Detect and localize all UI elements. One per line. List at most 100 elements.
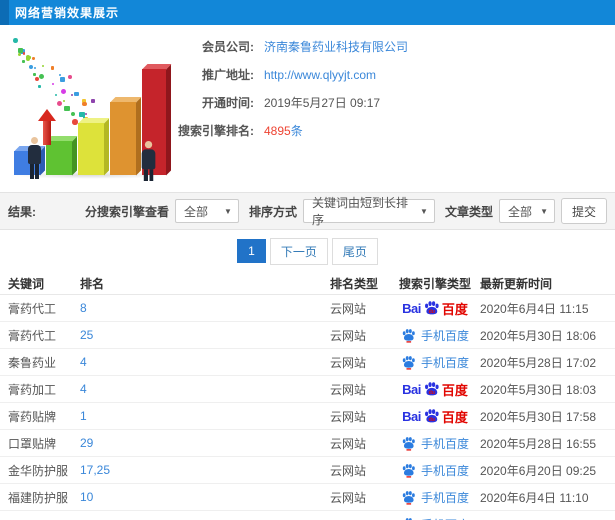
submit-button[interactable]: 提交 <box>560 198 607 224</box>
rank-type-cell: 云网站 <box>330 355 367 370</box>
sort-filter-label: 排序方式 <box>248 204 297 219</box>
result-label: 结果: <box>8 204 36 219</box>
bar-yellow <box>78 118 109 175</box>
svg-text:du: du <box>428 389 434 395</box>
update-time-cell: 2020年6月4日 11:15 <box>480 301 589 316</box>
title-bar: 网络营销效果展示 <box>0 0 615 25</box>
growth-bar-chart-illustration <box>4 29 174 181</box>
businessman-figure-right <box>140 140 157 181</box>
rank-link[interactable]: 25 <box>80 328 93 342</box>
page-1-button[interactable]: 1 <box>237 239 266 263</box>
rank-link[interactable]: 29 <box>80 436 93 450</box>
column-header: 排名类型 <box>330 276 379 291</box>
rank-link[interactable]: 10 <box>80 490 93 504</box>
update-time-cell: 2020年5月30日 17:58 <box>480 409 597 424</box>
rank-type-cell: 云网站 <box>330 409 367 424</box>
article-type-filter-select[interactable]: 全部 ▼ <box>498 199 555 223</box>
table-row: 福建防护服 10 云网站 手机百度 2020年6月4日 11:10 <box>0 484 615 511</box>
rank-type-cell: 云网站 <box>330 328 367 343</box>
keyword-cell: 膏药贴牌 <box>8 409 57 424</box>
baidu-pc-logo: Bai du 百度 <box>402 380 468 399</box>
table-header-row: 关键词 排名 排名类型 搜索引擎类型 最新更新时间 <box>0 272 615 295</box>
info-value-link[interactable]: http://www.qlyyjt.com <box>264 68 376 82</box>
bar-orange <box>110 97 141 175</box>
engine-filter-value: 全部 <box>183 204 208 219</box>
svg-text:du: du <box>428 308 434 314</box>
baidu-mobile-logo: 手机百度 <box>401 489 469 506</box>
filter-bar: 结果: 分搜索引擎查看 全部 ▼ 排序方式 关键词由短到长排序 ▼ 文章类型 全… <box>0 192 615 230</box>
info-list: 会员公司: 济南秦鲁药业科技有限公司 推广地址: http://www.qlyyjt.… <box>170 33 408 145</box>
baidu-mobile-label: 手机百度 <box>421 516 469 520</box>
baidu-pc-logo: Bai du 百度 <box>402 299 468 318</box>
filter-controls: 分搜索引擎查看 全部 ▼ 排序方式 关键词由短到长排序 ▼ 文章类型 全部 ▼ … <box>81 196 607 227</box>
baidu-mobile-logo: 手机百度 <box>401 516 469 520</box>
update-time-cell: 2020年6月20日 09:25 <box>480 463 597 478</box>
chevron-down-icon: ▼ <box>420 206 428 216</box>
column-header: 搜索引擎类型 <box>398 276 471 291</box>
sort-filter-select[interactable]: 关键词由短到长排序 ▼ <box>302 196 435 227</box>
info-label: 会员公司: <box>202 40 254 54</box>
next-page-button[interactable]: 下一页 <box>269 237 328 265</box>
table-row: 金华防护服 17,25 云网站 手机百度 2020年6月20日 09:25 <box>0 457 615 484</box>
bar-green <box>46 136 77 175</box>
update-time-cell: 2020年5月30日 18:03 <box>480 382 597 397</box>
results-table-body: 膏药代工 8 云网站 Bai du 百度 2020年6月4日 11:15 膏药代工 25 云网站手… <box>0 295 615 520</box>
baidu-paw-icon <box>402 463 415 478</box>
rank-link[interactable]: 4 <box>80 355 87 369</box>
baidu-mobile-label: 手机百度 <box>420 328 469 343</box>
table-row: 膏药代工 25 云网站 手机百度 2020年5月30日 18:06 <box>0 322 615 349</box>
page: 网络营销效果展示 会员公司: 济南秦鲁药业科技有限公司 推广地址: http://ww… <box>0 0 615 520</box>
article-type-filter-value: 全部 <box>507 204 532 219</box>
pagination: 1 下一页 尾页 <box>0 230 615 272</box>
update-time-cell: 2020年5月30日 18:06 <box>480 328 597 343</box>
column-header: 最新更新时间 <box>480 276 553 291</box>
baidu-logo-text: Bai <box>402 408 421 424</box>
keyword-cell: 膏药加工 <box>8 382 57 397</box>
businessman-figure-left <box>26 137 42 179</box>
last-page-button[interactable]: 尾页 <box>331 237 378 265</box>
svg-text:du: du <box>428 416 434 422</box>
table-row: 膏药加工 4 云网站 Bai du 百度 2020年5月30日 18:03 <box>0 376 615 403</box>
rank-type-cell: 云网站 <box>330 436 367 451</box>
keyword-cell: 福建防护服 <box>8 490 69 505</box>
update-time-cell: 2020年6月4日 11:10 <box>480 490 589 505</box>
baidu-mobile-logo: 手机百度 <box>401 354 469 371</box>
rank-type-cell: 云网站 <box>330 382 367 397</box>
update-time-cell: 2020年5月28日 16:55 <box>480 436 597 451</box>
table-row: 口罩贴牌 29 云网站 手机百度 2020年5月28日 16:55 <box>0 430 615 457</box>
ranking-count: 4895 <box>264 124 291 138</box>
baidu-paw-icon: du <box>424 381 439 395</box>
baidu-paw-icon <box>403 517 415 520</box>
engine-filter-select[interactable]: 全部 ▼ <box>174 199 239 223</box>
baidu-paw-icon <box>402 355 415 370</box>
info-value-link[interactable]: 济南秦鲁药业科技有限公司 <box>264 40 408 54</box>
update-time-cell: 2020年5月28日 17:02 <box>480 355 597 370</box>
info-label: 开通时间: <box>202 96 254 110</box>
ranking-count-suffix: 条 <box>290 124 303 138</box>
keyword-cell: 秦鲁药业 <box>8 355 57 370</box>
baidu-logo-cn-text: 百度 <box>441 409 468 425</box>
chevron-down-icon: ▼ <box>224 206 232 216</box>
baidu-logo-cn-text: 百度 <box>441 301 468 317</box>
rank-link[interactable]: 1 <box>80 409 87 423</box>
baidu-pc-logo: Bai du 百度 <box>402 407 468 426</box>
baidu-paw-icon: du <box>424 408 439 422</box>
table-row: 手机百度 <box>0 511 615 520</box>
baidu-mobile-logo: 手机百度 <box>401 462 469 479</box>
member-info-section: 会员公司: 济南秦鲁药业科技有限公司 推广地址: http://www.qlyyjt.… <box>0 25 615 192</box>
rank-link[interactable]: 8 <box>80 301 87 315</box>
info-label: 推广地址: <box>202 68 254 82</box>
keyword-cell: 膏药代工 <box>8 301 57 316</box>
keyword-cell: 膏药代工 <box>8 328 57 343</box>
rank-link[interactable]: 4 <box>80 382 87 396</box>
keyword-cell: 金华防护服 <box>8 463 69 478</box>
rank-type-cell: 云网站 <box>330 463 367 478</box>
column-header: 排名 <box>80 276 105 291</box>
keyword-cell: 口罩贴牌 <box>8 436 57 451</box>
engine-filter-label: 分搜索引擎查看 <box>84 204 169 219</box>
info-row: 搜索引擎排名: 4895条 <box>170 117 408 145</box>
rank-type-cell: 云网站 <box>330 301 367 316</box>
baidu-mobile-logo: 手机百度 <box>401 435 469 452</box>
rank-link[interactable]: 17,25 <box>80 463 110 477</box>
page-title: 网络营销效果展示 <box>15 6 120 20</box>
